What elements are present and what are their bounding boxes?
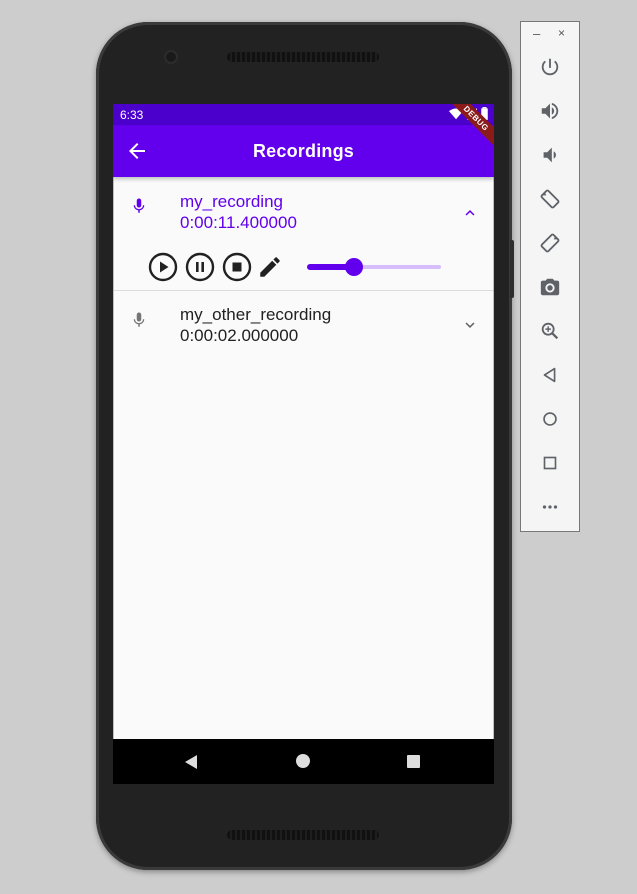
play-circle-icon[interactable]: [148, 252, 178, 282]
rotate-right-button[interactable]: [539, 232, 561, 254]
power-button[interactable]: [539, 56, 561, 78]
volume-down-button[interactable]: [539, 144, 561, 166]
nav-back-icon[interactable]: [183, 754, 199, 770]
rotate-right-icon: [540, 233, 560, 253]
recording-duration: 0:00:11.400000: [180, 213, 297, 232]
more-horizontal-icon: [542, 505, 558, 509]
zoom-in-icon: [541, 322, 559, 340]
close-button[interactable]: ×: [558, 26, 565, 40]
screenshot-button[interactable]: [539, 276, 561, 298]
stop-circle-icon[interactable]: [222, 252, 252, 282]
page-title: Recordings: [252, 141, 355, 161]
android-nav-bar: [113, 739, 494, 784]
pencil-icon[interactable]: [257, 254, 283, 280]
recording-item-expanded: my_recording 0:00:11.400000: [114, 177, 493, 291]
volume-rocker: [510, 240, 514, 298]
app-bar: Recordings: [113, 125, 494, 177]
rotate-left-button[interactable]: [539, 188, 561, 210]
zoom-button[interactable]: [539, 320, 561, 342]
recordings-list: my_recording 0:00:11.400000 my_other_rec…: [113, 177, 494, 739]
emulator-home-button[interactable]: [539, 408, 561, 430]
top-speaker: [227, 52, 379, 62]
recording-item-header[interactable]: my_recording 0:00:11.400000: [114, 177, 493, 247]
chevron-down-icon[interactable]: [461, 316, 479, 334]
recording-item-collapsed[interactable]: my_other_recording 0:00:02.000000: [114, 291, 493, 351]
phone-screen: 6:33 Recordings DEBUG my_recording 0:00:…: [113, 104, 494, 784]
volume-up-button[interactable]: [539, 100, 561, 122]
pause-circle-icon[interactable]: [185, 252, 215, 282]
chevron-up-icon[interactable]: [461, 204, 479, 222]
power-icon: [541, 58, 559, 76]
nav-home-icon[interactable]: [296, 754, 310, 768]
playback-slider[interactable]: [307, 257, 441, 277]
mic-icon: [133, 198, 145, 213]
volume-down-icon: [543, 147, 556, 163]
status-bar: 6:33: [113, 104, 494, 125]
emulator-toolbar: – ×: [520, 21, 580, 532]
front-camera: [166, 52, 176, 62]
circle-home-icon: [543, 412, 557, 426]
camera-icon: [540, 278, 560, 296]
volume-up-icon: [541, 102, 559, 120]
status-time: 6:33: [120, 108, 144, 122]
more-button[interactable]: [539, 496, 561, 518]
nav-overview-icon[interactable]: [407, 755, 420, 768]
minimize-button[interactable]: –: [533, 26, 540, 41]
toolbar-window-controls: – ×: [521, 26, 579, 44]
emulator-back-button[interactable]: [539, 364, 561, 386]
triangle-back-icon: [543, 367, 556, 383]
recording-name: my_recording: [180, 192, 283, 211]
mic-icon: [133, 312, 145, 327]
recording-name: my_other_recording: [180, 305, 332, 324]
square-overview-icon: [543, 456, 557, 470]
recording-duration: 0:00:02.000000: [180, 326, 299, 345]
bottom-speaker: [227, 830, 379, 840]
slider-thumb[interactable]: [344, 258, 363, 276]
rotate-left-icon: [540, 189, 560, 209]
emulator-overview-button[interactable]: [539, 452, 561, 474]
